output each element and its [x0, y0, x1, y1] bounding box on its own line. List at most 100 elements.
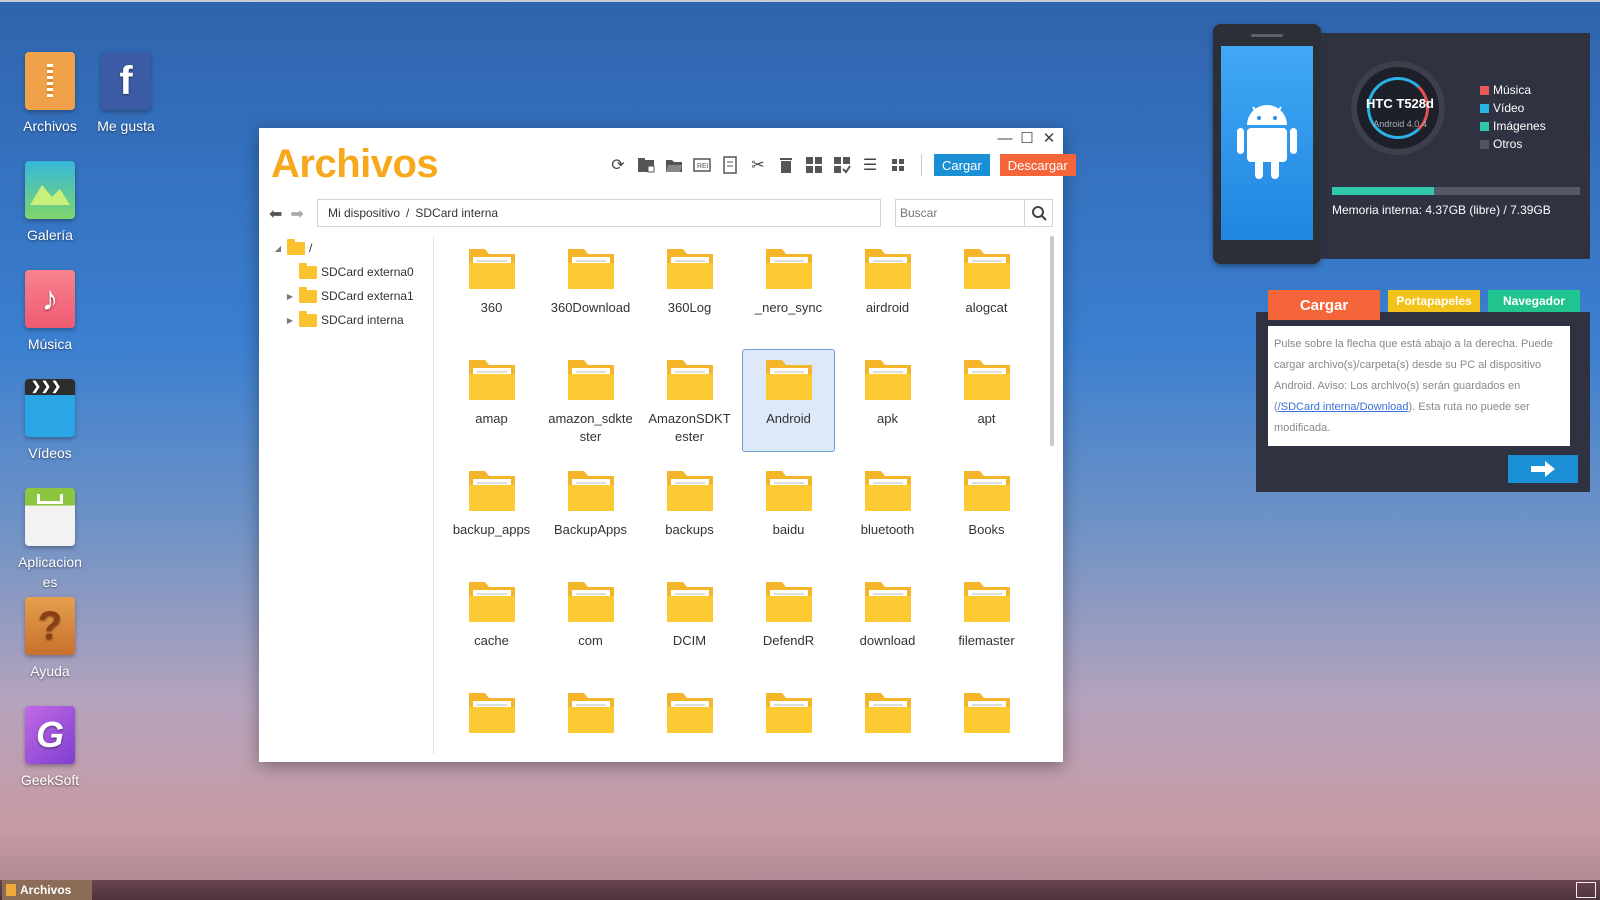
folder-item[interactable] [841, 682, 934, 752]
tree-item-sdcard-interna[interactable]: ▶ SDCard interna [273, 308, 431, 332]
folder-name: 360 [480, 300, 503, 315]
folder-item[interactable]: apt [940, 349, 1033, 452]
tab-portapapeles[interactable]: Portapapeles [1388, 290, 1480, 312]
legend-item: Imágenes [1480, 117, 1546, 135]
folder-name: DefendR [762, 633, 815, 648]
tree-item-sdcard-externa0[interactable]: SDCard externa0 [273, 260, 431, 284]
tree-item-label: SDCard externa1 [321, 289, 414, 303]
upload-button[interactable]: Cargar [934, 154, 990, 176]
folder-item[interactable]: filemaster [940, 571, 1033, 674]
select-all-icon[interactable] [803, 154, 825, 176]
tab-cargar[interactable]: Cargar [1268, 290, 1380, 320]
breadcrumb-root[interactable]: Mi dispositivo [328, 206, 400, 220]
folder-item[interactable]: 360 [445, 238, 538, 341]
folder-name: 360Log [667, 300, 712, 315]
expand-triangle-icon[interactable]: ▶ [285, 292, 295, 301]
folder-name: DCIM [672, 633, 707, 648]
folder-item[interactable]: com [544, 571, 637, 674]
folder-item[interactable]: bluetooth [841, 460, 934, 563]
folder-name: _nero_sync [754, 300, 823, 315]
minimize-icon[interactable]: — [997, 130, 1013, 147]
delete-icon[interactable] [775, 154, 797, 176]
folder-item[interactable] [940, 682, 1033, 752]
list-view-icon[interactable]: ☰ [859, 154, 881, 176]
search-input[interactable] [896, 200, 1024, 226]
clapperboard-icon: ❯❯❯ [25, 379, 75, 437]
copy-icon[interactable] [719, 154, 741, 176]
expand-triangle-icon[interactable]: ▶ [285, 316, 295, 325]
folder-item[interactable]: baidu [742, 460, 835, 563]
facebook-icon: f [101, 52, 151, 110]
folder-item[interactable]: DCIM [643, 571, 736, 674]
upload-go-button[interactable] [1508, 455, 1578, 483]
desktop-icon-galeria[interactable]: Galería [0, 161, 100, 245]
folder-icon [765, 249, 812, 289]
close-icon[interactable]: ✕ [1041, 130, 1057, 147]
cut-icon[interactable]: ✂ [747, 154, 769, 176]
search-icon[interactable] [1024, 200, 1052, 226]
folder-icon [864, 582, 911, 622]
folder-item[interactable]: 360Download [544, 238, 637, 341]
tree-item-sdcard-externa1[interactable]: ▶ SDCard externa1 [273, 284, 431, 308]
folder-name: download [859, 633, 916, 648]
folder-icon [299, 286, 317, 303]
folder-item[interactable]: alogcat [940, 238, 1033, 341]
folder-item[interactable]: Android [742, 349, 835, 452]
folder-item[interactable]: 360Log [643, 238, 736, 341]
back-arrow-icon[interactable]: ⬅ [269, 204, 282, 224]
maximize-icon[interactable]: ☐ [1019, 130, 1035, 147]
forward-arrow-icon[interactable]: ➡ [290, 204, 303, 224]
folder-item[interactable] [544, 682, 637, 752]
scrollbar[interactable] [1050, 236, 1054, 446]
desktop-icon-geeksoft[interactable]: G GeekSoft [0, 706, 100, 790]
grid-view-icon[interactable] [887, 154, 909, 176]
breadcrumb-current[interactable]: SDCard interna [415, 206, 498, 220]
folder-item[interactable]: Books [940, 460, 1033, 563]
taskbar-item-archivos[interactable]: Archivos [2, 880, 92, 900]
folder-item[interactable] [643, 682, 736, 752]
desktop-icon-videos[interactable]: ❯❯❯ Vídeos [0, 379, 100, 463]
folder-item[interactable]: backup_apps [445, 460, 538, 563]
folder-icon [963, 471, 1010, 511]
folder-icon [287, 238, 305, 255]
desktop-icon-aplicaciones[interactable]: Aplicaciones [0, 488, 100, 592]
collapse-triangle-icon[interactable]: ◢ [273, 244, 283, 253]
tree-item-label: SDCard externa0 [321, 265, 414, 279]
folder-item[interactable]: BackupApps [544, 460, 637, 563]
new-folder-icon[interactable] [635, 154, 657, 176]
folder-name: 360Download [550, 300, 631, 315]
folder-item[interactable]: airdroid [841, 238, 934, 341]
folder-item[interactable]: cache [445, 571, 538, 674]
legend-item: Música [1480, 81, 1546, 99]
folder-item[interactable]: amazon_sdktester [544, 349, 637, 452]
tab-navegador[interactable]: Navegador [1488, 290, 1580, 312]
folder-item[interactable]: _nero_sync [742, 238, 835, 341]
folder-item[interactable]: backups [643, 460, 736, 563]
legend-label: Imágenes [1493, 119, 1546, 133]
rename-icon[interactable]: REI [691, 154, 713, 176]
desktop-icon-me-gusta[interactable]: f Me gusta [76, 52, 176, 136]
toolbar-separator [921, 154, 922, 176]
folder-item[interactable]: download [841, 571, 934, 674]
upload-path-link[interactable]: /SDCard interna/Download [1278, 401, 1409, 413]
folder-item[interactable] [445, 682, 538, 752]
folder-icon [666, 582, 713, 622]
legend-swatch [1480, 121, 1489, 131]
tree-item-root[interactable]: ◢ / [273, 236, 431, 260]
folder-item[interactable]: apk [841, 349, 934, 452]
phone-illustration [1213, 24, 1321, 264]
folder-item[interactable]: amap [445, 349, 538, 452]
show-desktop-icon[interactable] [1576, 882, 1596, 898]
tree-item-label: / [309, 241, 313, 255]
folder-item[interactable] [742, 682, 835, 752]
download-button[interactable]: Descargar [999, 154, 1076, 176]
select-check-icon[interactable] [831, 154, 853, 176]
device-os: Android 4.0.4 [1373, 119, 1427, 129]
refresh-icon[interactable]: ⟳ [607, 154, 629, 176]
open-folder-icon[interactable] [663, 154, 685, 176]
folder-item[interactable]: AmazonSDKTester [643, 349, 736, 452]
desktop-icon-musica[interactable]: ♪ Música [0, 270, 100, 354]
folder-item[interactable]: DefendR [742, 571, 835, 674]
desktop-icon-ayuda[interactable]: ? Ayuda [0, 597, 100, 681]
folder-icon [666, 471, 713, 511]
